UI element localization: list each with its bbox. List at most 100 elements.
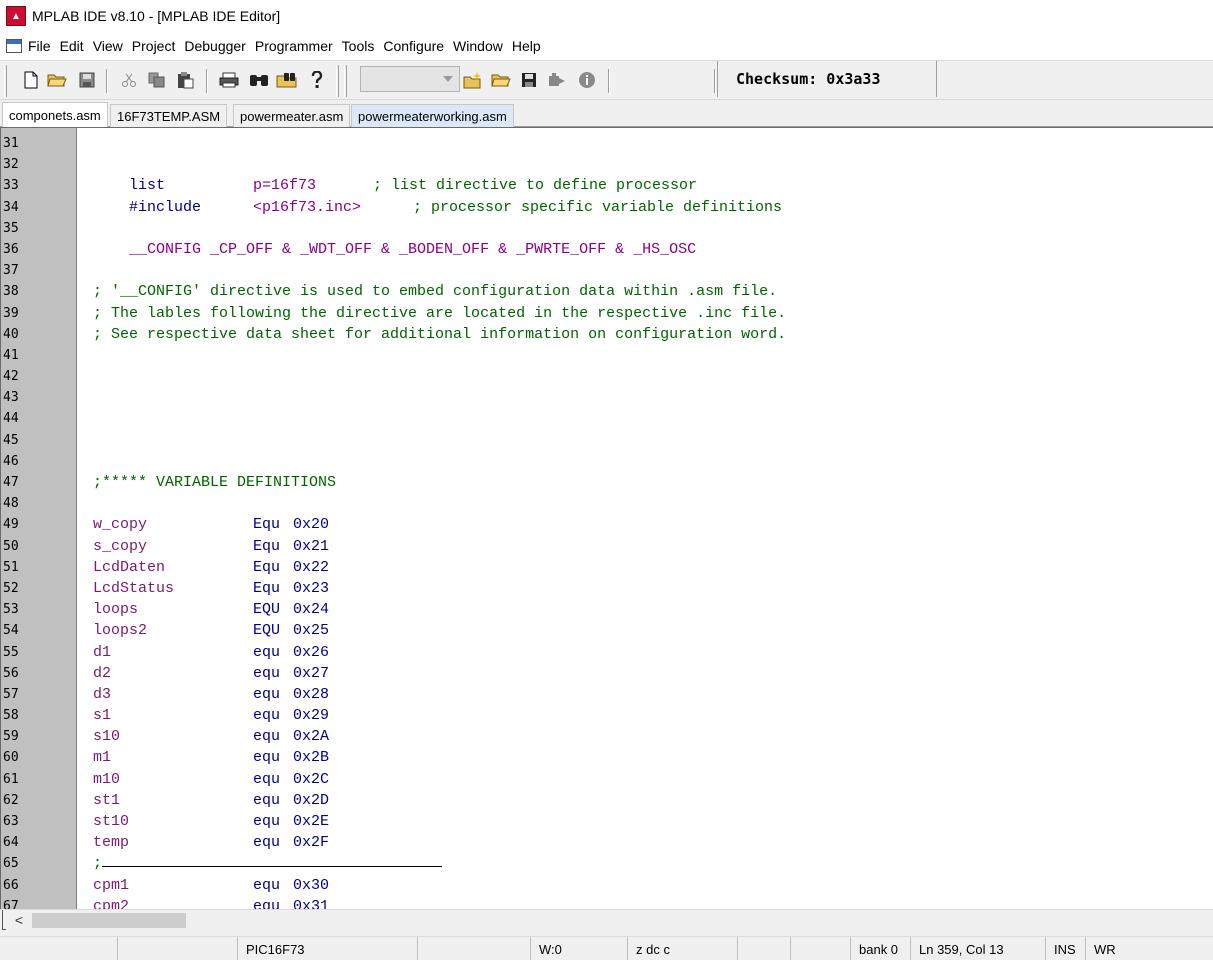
- menu-edit[interactable]: Edit: [60, 38, 92, 54]
- equ-directive: EQU: [253, 601, 281, 619]
- variable-address: 0x2D: [293, 791, 330, 809]
- tab-16f73temp-asm[interactable]: 16F73TEMP.ASM: [110, 104, 228, 127]
- find-in-files-icon[interactable]: [276, 69, 298, 91]
- code-area[interactable]: list p=16f73 ; list directive to define pr…: [93, 133, 786, 911]
- comment-line: ; The lables following the directive are…: [93, 304, 787, 322]
- configuration-select[interactable]: [360, 66, 460, 92]
- variable-definition-row: s_copy Equ 0x21: [93, 536, 786, 557]
- line-number: 36: [3, 241, 19, 257]
- variable-definition-row: st1 equ 0x2D: [93, 790, 786, 811]
- equ-directive: equ: [253, 813, 281, 830]
- menu-tools[interactable]: Tools: [342, 38, 383, 54]
- line-number: 65: [3, 856, 19, 872]
- find-icon[interactable]: [248, 69, 270, 91]
- code-line: #include <p16f73.inc> ; processor specific…: [93, 197, 786, 218]
- document-icon[interactable]: [6, 39, 22, 53]
- open-folder-icon[interactable]: [46, 69, 68, 91]
- variable-name: st1: [93, 791, 121, 809]
- variable-definition-row: loops2 EQU 0x25: [93, 620, 786, 641]
- variable-definition-row: s1 equ 0x29: [93, 705, 786, 726]
- equ-directive: Equ: [253, 537, 281, 555]
- line-number: 48: [3, 496, 19, 512]
- variable-address: 0x25: [293, 622, 330, 640]
- variable-address: 0x22: [293, 558, 330, 576]
- toolbar-grip[interactable]: [336, 65, 339, 97]
- copy-icon[interactable]: [146, 69, 168, 91]
- toolbar-grip[interactable]: [4, 65, 7, 97]
- status-empty: [737, 937, 790, 960]
- variable-definition-row: m1 equ 0x2B: [93, 747, 786, 768]
- print-icon[interactable]: [218, 69, 240, 91]
- menu-project[interactable]: Project: [132, 38, 184, 54]
- code-editor[interactable]: 31 32 33 34 35 36 37 38 39 40 41 42 43 44 45 46 47 48 49 50…: [0, 127, 1213, 911]
- new-file-icon[interactable]: [20, 69, 42, 91]
- variable-name: loops: [93, 601, 139, 619]
- line-number: 61: [3, 771, 19, 787]
- menu-view[interactable]: View: [93, 38, 131, 54]
- line-number: 49: [3, 517, 19, 533]
- comment-line: ; '__CONFIG' directive is used to embed …: [93, 283, 778, 301]
- build-icon[interactable]: [546, 69, 568, 91]
- tab-powermeaterworking-asm[interactable]: powermeaterworking.asm: [351, 104, 514, 127]
- line-number: 64: [3, 835, 19, 851]
- line-number: 37: [3, 263, 19, 279]
- status-empty: [117, 937, 237, 960]
- status-cursor-position: Ln 359, Col 13: [910, 937, 1045, 960]
- menu-help[interactable]: Help: [512, 38, 549, 54]
- variable-definition-row: d2 equ 0x27: [93, 663, 786, 684]
- horizontal-scrollbar[interactable]: <: [0, 909, 1213, 930]
- cut-icon[interactable]: [118, 69, 140, 91]
- comment-line: ; See respective data sheet for addition…: [93, 325, 787, 343]
- directive-arg: p=16f73: [253, 177, 317, 195]
- variable-address: 0x2E: [293, 813, 330, 830]
- scrollbar-thumb[interactable]: [32, 913, 186, 928]
- save-project-icon[interactable]: [518, 69, 540, 91]
- menu-file[interactable]: File: [28, 38, 59, 54]
- line-number: 59: [3, 729, 19, 745]
- equ-directive: equ: [253, 834, 281, 852]
- line-number: 32: [3, 157, 19, 173]
- paste-icon[interactable]: [174, 69, 196, 91]
- new-project-icon[interactable]: [462, 69, 484, 91]
- menu-programmer[interactable]: Programmer: [255, 38, 341, 54]
- keyword: #include: [93, 198, 202, 216]
- variable-definition-row: m10 equ 0x2C: [93, 769, 786, 790]
- line-number: 53: [3, 602, 19, 618]
- toolbar: [0, 60, 1213, 100]
- variable-definition-row: loops EQU 0x24: [93, 599, 786, 620]
- variable-name: m1: [93, 749, 112, 767]
- menu-configure[interactable]: Configure: [383, 38, 452, 54]
- chevron-down-icon: [443, 76, 453, 82]
- variable-definitions: w_copy Equ 0x20 s_copy Equ 0x21 LcdDaten Equ 0x2…: [93, 514, 786, 853]
- variable-address: 0x2C: [293, 770, 330, 788]
- menu-window[interactable]: Window: [453, 38, 511, 54]
- variable-address: 0x29: [293, 707, 330, 725]
- scroll-left-icon[interactable]: <: [10, 912, 28, 928]
- help-icon[interactable]: [306, 69, 328, 91]
- save-icon[interactable]: [76, 69, 98, 91]
- menu-debugger[interactable]: Debugger: [184, 38, 254, 54]
- tab-label: powermeaterworking.asm: [358, 108, 507, 124]
- mplab-app-icon: ▲: [6, 6, 26, 26]
- status-insert-mode: INS: [1045, 937, 1085, 960]
- code-line: list p=16f73 ; list directive to define pr…: [93, 175, 786, 196]
- tab-label: 16F73TEMP.ASM: [117, 108, 221, 124]
- status-w-register: W:0: [530, 937, 627, 960]
- comment-line: ;***** VARIABLE DEFINITIONS: [93, 474, 337, 491]
- tab-componets-asm[interactable]: componets.asm: [2, 102, 108, 127]
- variable-definition-row: LcdStatus Equ 0x23: [93, 578, 786, 599]
- separator-underline: [102, 853, 443, 868]
- toolbar-grip[interactable]: [344, 65, 347, 97]
- status-empty: [417, 937, 530, 960]
- info-icon[interactable]: [576, 69, 598, 91]
- equ-directive: equ: [253, 876, 281, 894]
- variable-definition-row: w_copy Equ 0x20: [93, 514, 786, 535]
- status-bank: bank 0: [850, 937, 910, 960]
- line-number: 40: [3, 326, 19, 342]
- tab-powermeater-asm[interactable]: powermeater.asm: [233, 104, 351, 127]
- toolbar-separator: [714, 69, 716, 93]
- open-project-icon[interactable]: [490, 69, 512, 91]
- toolbar-separator: [206, 69, 208, 93]
